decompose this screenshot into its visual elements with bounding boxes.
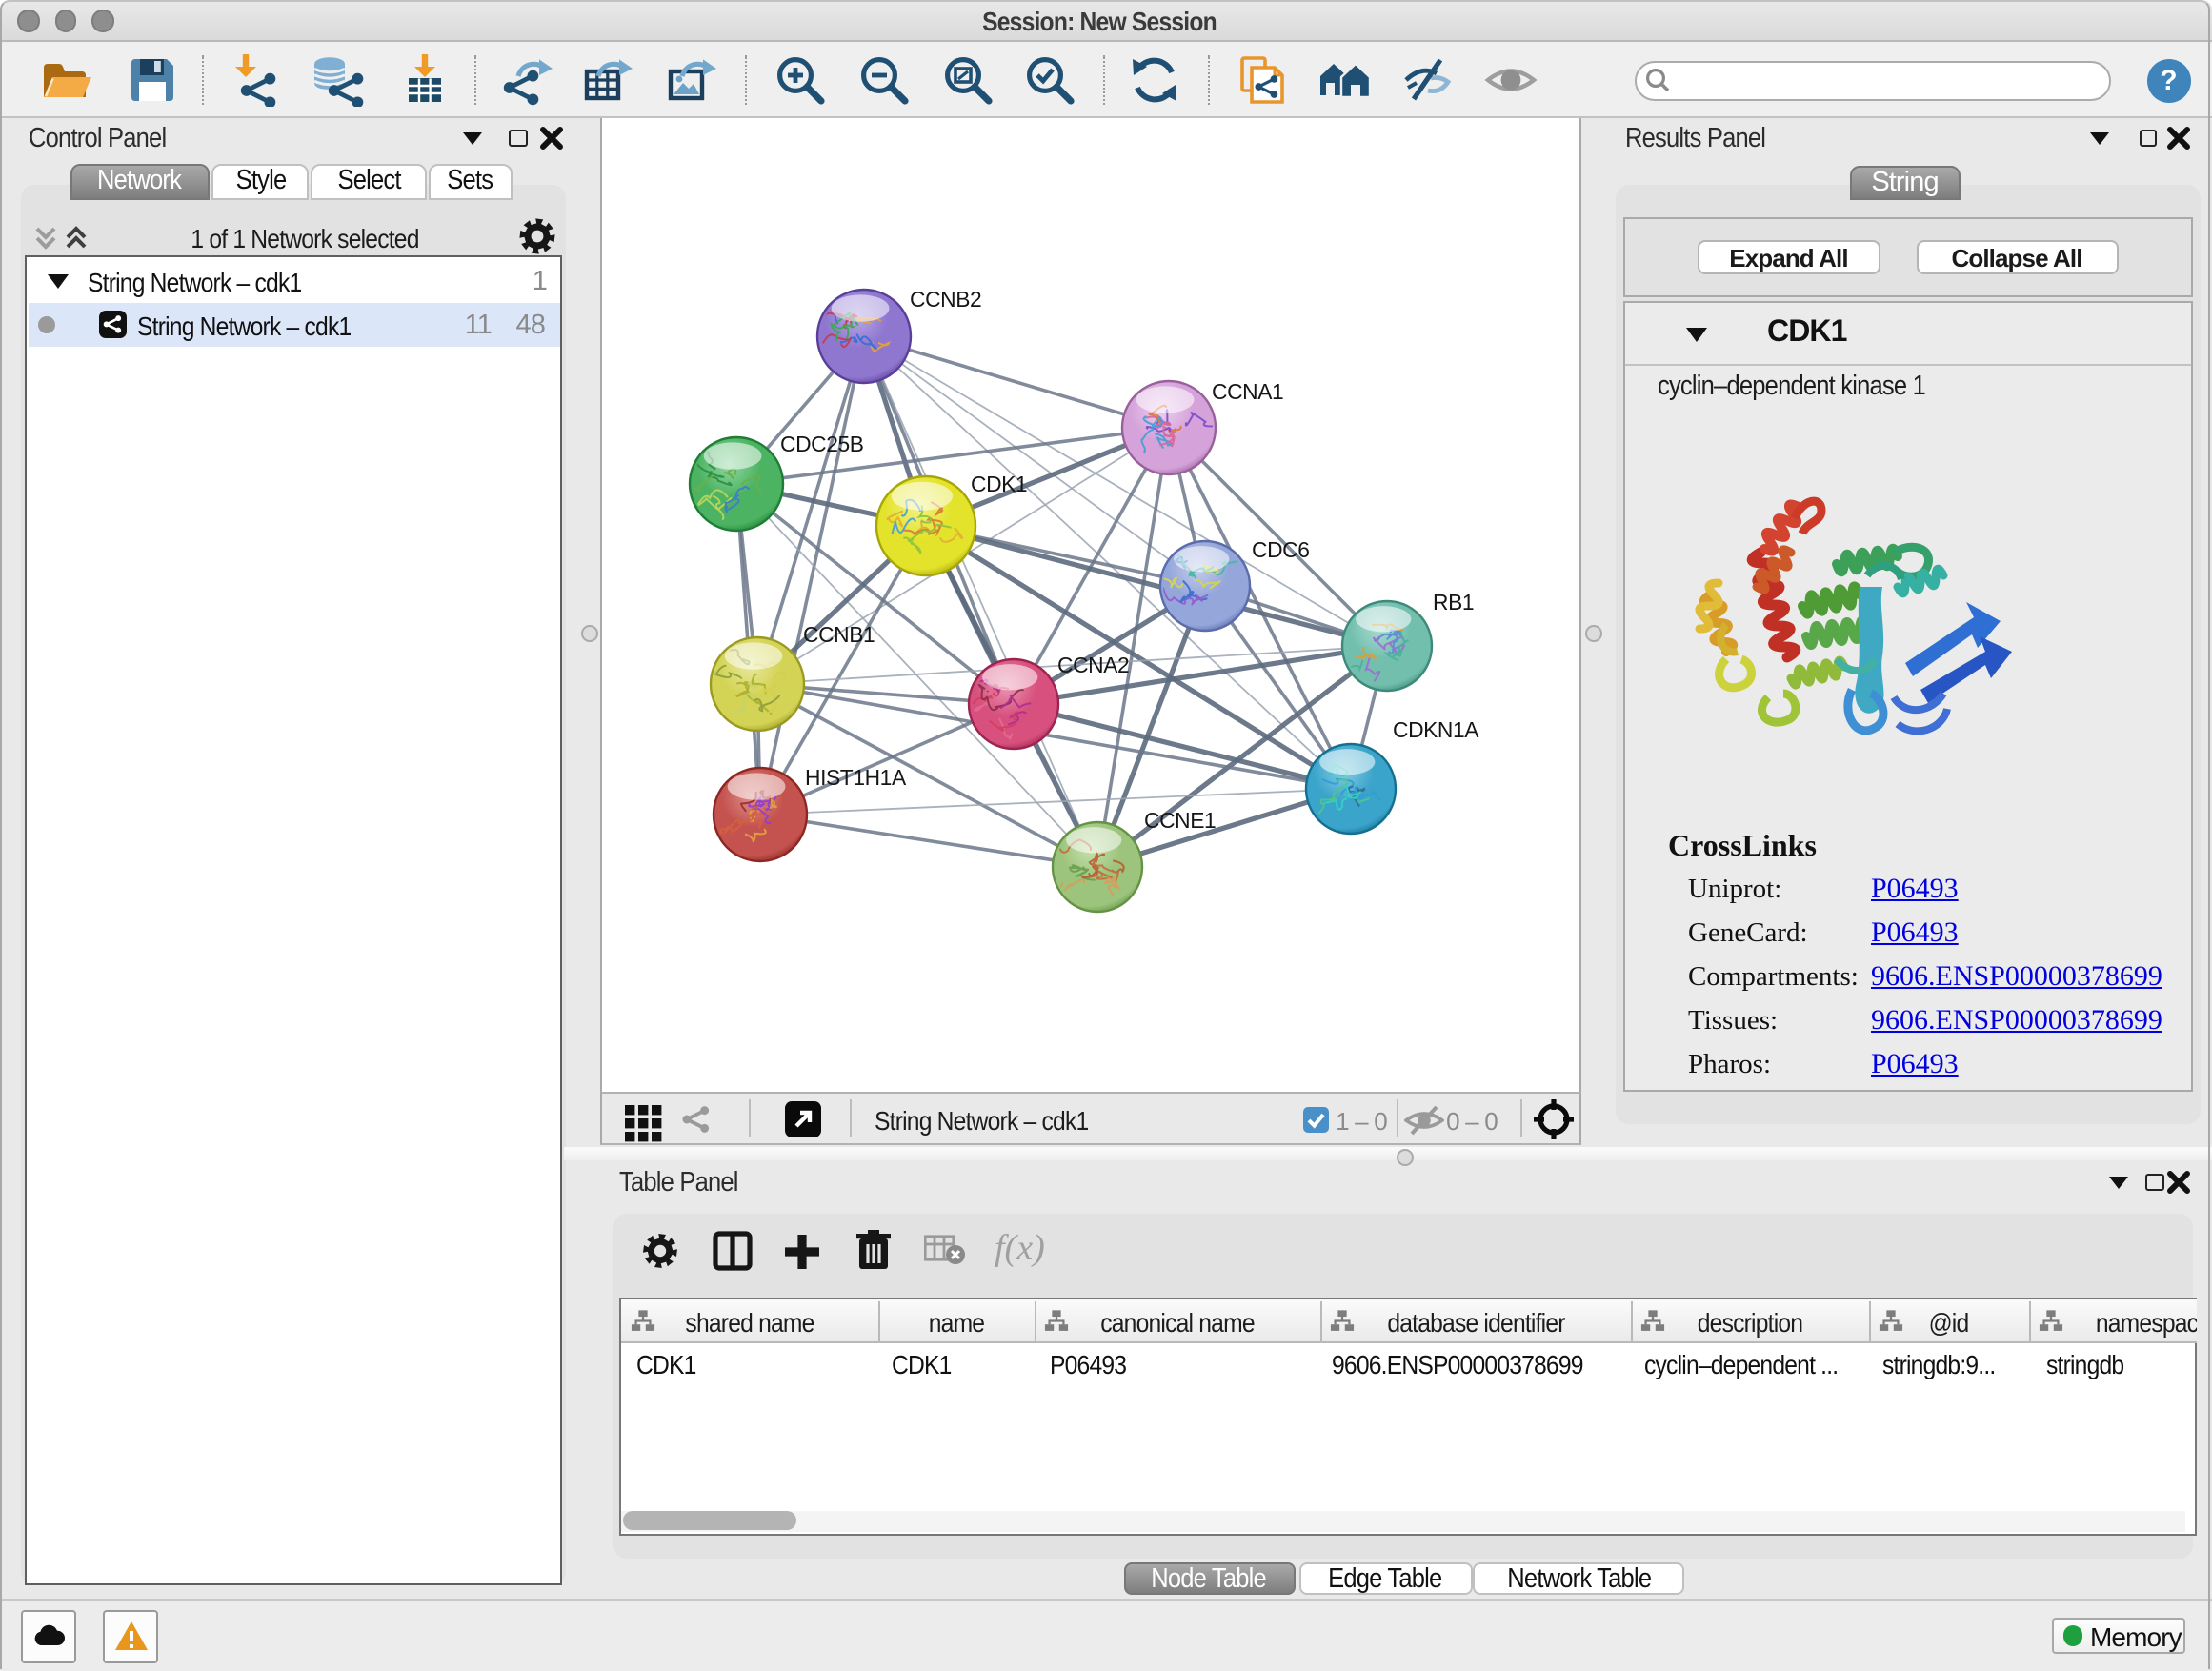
svg-text:CCNB1: CCNB1 bbox=[802, 622, 874, 647]
svg-text:CCNE1: CCNE1 bbox=[1143, 808, 1215, 833]
svg-text:CDKN1A: CDKN1A bbox=[1392, 717, 1478, 742]
svg-text:HIST1H1A: HIST1H1A bbox=[804, 765, 906, 790]
svg-text:RB1: RB1 bbox=[1432, 590, 1473, 614]
svg-text:CDC6: CDC6 bbox=[1251, 537, 1308, 562]
svg-text:CCNA2: CCNA2 bbox=[1056, 653, 1128, 677]
svg-text:CCNA1: CCNA1 bbox=[1211, 379, 1282, 404]
svg-text:CDK1: CDK1 bbox=[970, 472, 1026, 496]
svg-text:CDC25B: CDC25B bbox=[779, 432, 863, 456]
svg-text:CCNB2: CCNB2 bbox=[909, 287, 980, 312]
